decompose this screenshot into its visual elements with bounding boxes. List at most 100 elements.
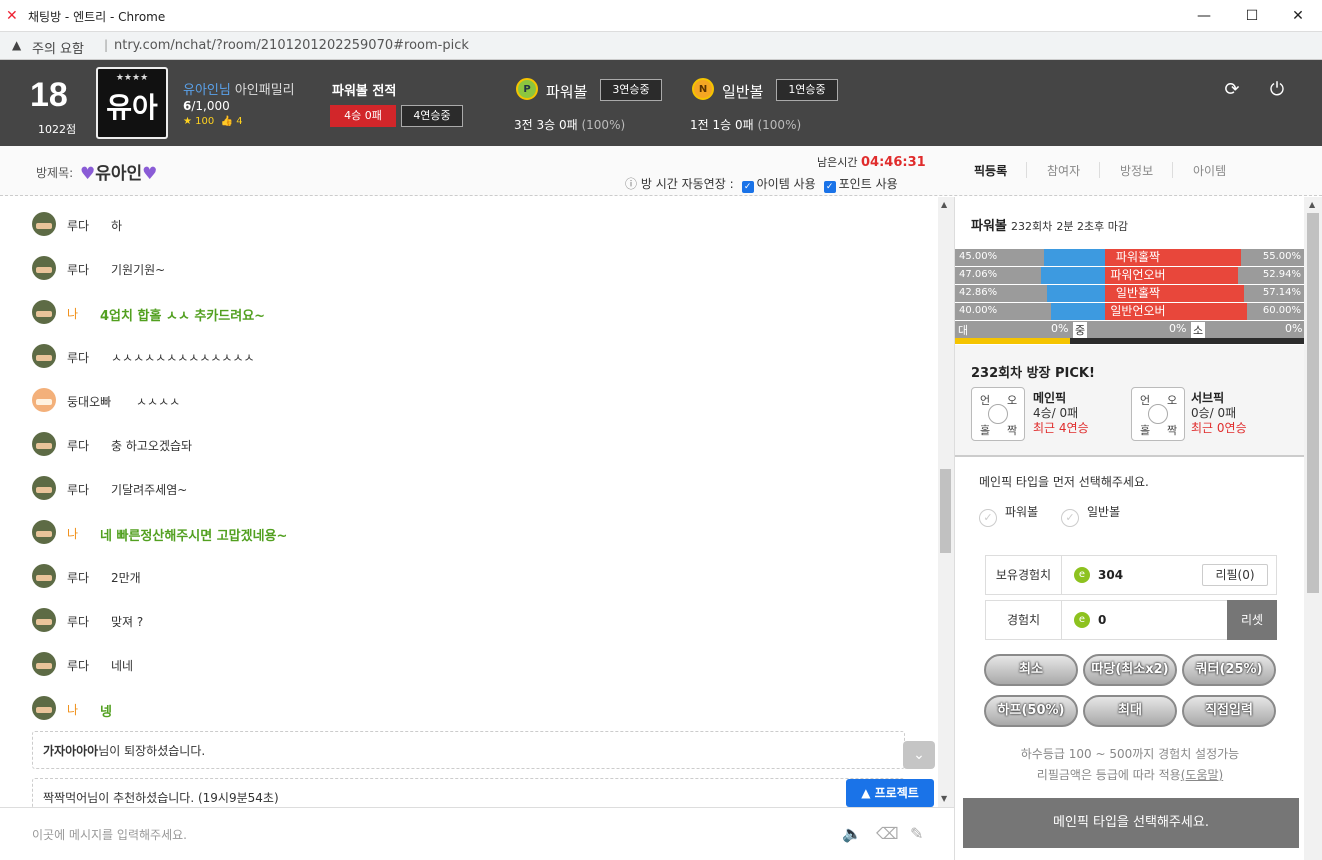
max-button[interactable]: 최대: [1083, 695, 1177, 727]
avatar-icon[interactable]: [32, 256, 56, 280]
avatar-icon[interactable]: [32, 300, 56, 324]
bet-exp-input[interactable]: 0: [1098, 613, 1106, 627]
address-bar[interactable]: ▲ 주의 요함 | ntry.com/nchat/?room/210120120…: [0, 32, 1322, 60]
radio-label[interactable]: 파워볼: [1005, 505, 1038, 519]
tab-items[interactable]: 아이템: [1193, 162, 1226, 179]
refill-button[interactable]: 리필(0): [1202, 564, 1268, 586]
sub-pick-recent: 최근 0연승: [1191, 421, 1247, 435]
chevron-down-icon: ⌄: [913, 747, 925, 763]
message-sender[interactable]: 둥대오빠: [67, 393, 111, 410]
tab-pick[interactable]: 픽등록: [974, 162, 1007, 179]
size-value: 0%: [1169, 322, 1187, 335]
stat-bar-row: 47.06% 파워언오버 52.94%: [955, 267, 1305, 285]
message-sender[interactable]: 루다: [67, 569, 89, 586]
main-pick-record: 4승/ 0패: [1033, 406, 1079, 420]
close-button[interactable]: ✕: [1286, 4, 1310, 28]
scroll-thumb[interactable]: [1307, 213, 1319, 593]
avatar-icon[interactable]: [32, 520, 56, 544]
reset-button[interactable]: 리셋: [1227, 600, 1277, 640]
power-icon[interactable]: ⏻: [1266, 79, 1288, 101]
message-sender[interactable]: 루다: [67, 349, 89, 366]
point-use-checkbox[interactable]: ✓: [823, 181, 836, 193]
panel-scrollbar[interactable]: ▲: [1304, 197, 1322, 860]
double-min-button[interactable]: 따당(최소x2): [1083, 654, 1177, 686]
scroll-up-icon[interactable]: ▲: [941, 200, 947, 209]
quarter-button[interactable]: 쿼터(25%): [1182, 654, 1276, 686]
project-button[interactable]: ▲ 프로젝트: [846, 779, 934, 807]
sub-pick-info: 서브픽 0승/ 0패 최근 0연승: [1191, 391, 1247, 436]
message-sender[interactable]: 루다: [67, 613, 89, 630]
warning-icon[interactable]: ▲: [12, 38, 21, 52]
custom-input-button[interactable]: 직접입력: [1182, 695, 1276, 727]
grid-odd: 홀: [980, 424, 991, 437]
new-user-avatar-icon[interactable]: [32, 388, 56, 412]
min-button[interactable]: 최소: [984, 654, 1078, 686]
avatar-icon[interactable]: [32, 212, 56, 236]
avatar-icon[interactable]: [32, 652, 56, 676]
tab-room-info[interactable]: 방정보: [1120, 162, 1153, 179]
speaker-icon[interactable]: 🔈: [842, 824, 862, 843]
user-name[interactable]: 유아인님: [183, 83, 231, 98]
message-input[interactable]: 이곳에 메시지를 입력해주세요.: [32, 826, 187, 843]
member-count: 6/1,000: [183, 99, 230, 113]
system-user[interactable]: 짝짝먹어: [43, 791, 87, 805]
message-sender[interactable]: 루다: [67, 261, 89, 278]
message-sender[interactable]: 루다: [67, 437, 89, 454]
half-button[interactable]: 하프(50%): [984, 695, 1078, 727]
refresh-icon[interactable]: ⟳: [1221, 79, 1243, 101]
item-use-checkbox[interactable]: ✓: [741, 181, 754, 193]
eraser-icon[interactable]: ⌫: [876, 824, 899, 843]
owned-exp-label: 보유경험치: [986, 556, 1062, 594]
avatar-icon[interactable]: [32, 608, 56, 632]
heart-icon: ♥: [142, 164, 158, 184]
message-sender[interactable]: 루다: [67, 657, 89, 674]
bar-left-pct: 42.86%: [959, 287, 998, 298]
chat-area[interactable]: 루다 하 루다 기원기원~ 나 4업치 합홀 ㅅㅅ 추카드려요~ 루다 ㅅㅅㅅㅅㅅㅅㅅㅅ…: [0, 197, 938, 807]
minimize-button[interactable]: —: [1192, 4, 1216, 28]
magic-wand-icon[interactable]: ✎: [910, 824, 923, 843]
avatar-icon[interactable]: [32, 344, 56, 368]
member-count-max: /1,000: [191, 99, 230, 113]
tab-participants[interactable]: 참여자: [1047, 162, 1080, 179]
message-sender[interactable]: 루다: [67, 217, 89, 234]
message-sender[interactable]: 루다: [67, 481, 89, 498]
radio-normalball[interactable]: ✓ 일반볼: [1061, 503, 1120, 527]
avatar-icon[interactable]: [32, 476, 56, 500]
bar-left-pct: 45.00%: [959, 251, 998, 262]
radio-label[interactable]: 일반볼: [1087, 505, 1120, 519]
avatar-icon[interactable]: [32, 432, 56, 456]
host-pick-title: 232회차 방장 PICK!: [971, 366, 1095, 381]
message-text: ㅅㅅㅅㅅ: [136, 395, 181, 409]
remain-time: 04:46:31: [860, 155, 926, 170]
message-text: 기원기원~: [111, 263, 166, 277]
bet-exp-row: 경험치 e 0 리셋: [985, 600, 1277, 640]
check-circle-icon[interactable]: ✓: [1061, 509, 1079, 527]
maximize-button[interactable]: ☐: [1240, 4, 1264, 28]
avatar[interactable]: ★★★★ 유아인: [96, 67, 168, 202]
scroll-up-icon[interactable]: ▲: [1309, 200, 1315, 209]
url-text[interactable]: ntry.com/nchat/?room/2101201202259070#ro…: [114, 38, 469, 53]
message-text: 네네: [111, 659, 134, 673]
radio-powerball[interactable]: ✓ 파워볼: [979, 503, 1038, 527]
system-user[interactable]: 가자아아아: [43, 744, 98, 758]
item-use-label[interactable]: 아이템 사용: [757, 177, 816, 191]
scroll-down-icon[interactable]: ▼: [941, 794, 947, 803]
scroll-thumb[interactable]: [940, 469, 951, 553]
divider: |: [104, 38, 109, 52]
user-header: 18 1022점 ★★★★ 유아인 유아인님 아인패밀리 6/1,000 ★ 10…: [0, 60, 1322, 202]
game-result-powerball: 3전 3승 0패 (100%): [514, 116, 625, 133]
info-icon[interactable]: ⓘ: [625, 177, 637, 191]
submit-pick-button[interactable]: 메인픽 타입을 선택해주세요.: [963, 798, 1299, 848]
bar-right-fill: [1171, 249, 1241, 266]
avatar-icon[interactable]: [32, 564, 56, 588]
check-circle-icon[interactable]: ✓: [979, 509, 997, 527]
scroll-down-button[interactable]: ⌄: [903, 741, 935, 769]
user-family[interactable]: 아인패밀리: [235, 83, 295, 98]
avatar-icon[interactable]: [32, 696, 56, 720]
point-use-label[interactable]: 포인트 사용: [839, 177, 898, 191]
message-text: ㅅㅅㅅㅅㅅㅅㅅㅅㅅㅅㅅㅅㅅ: [111, 351, 255, 365]
bar-left-pct: 47.06%: [959, 269, 998, 280]
help-link[interactable]: (도움말): [1181, 768, 1223, 782]
chat-scrollbar[interactable]: ▲ ▼: [938, 197, 954, 807]
security-warning[interactable]: 주의 요함: [32, 38, 84, 57]
